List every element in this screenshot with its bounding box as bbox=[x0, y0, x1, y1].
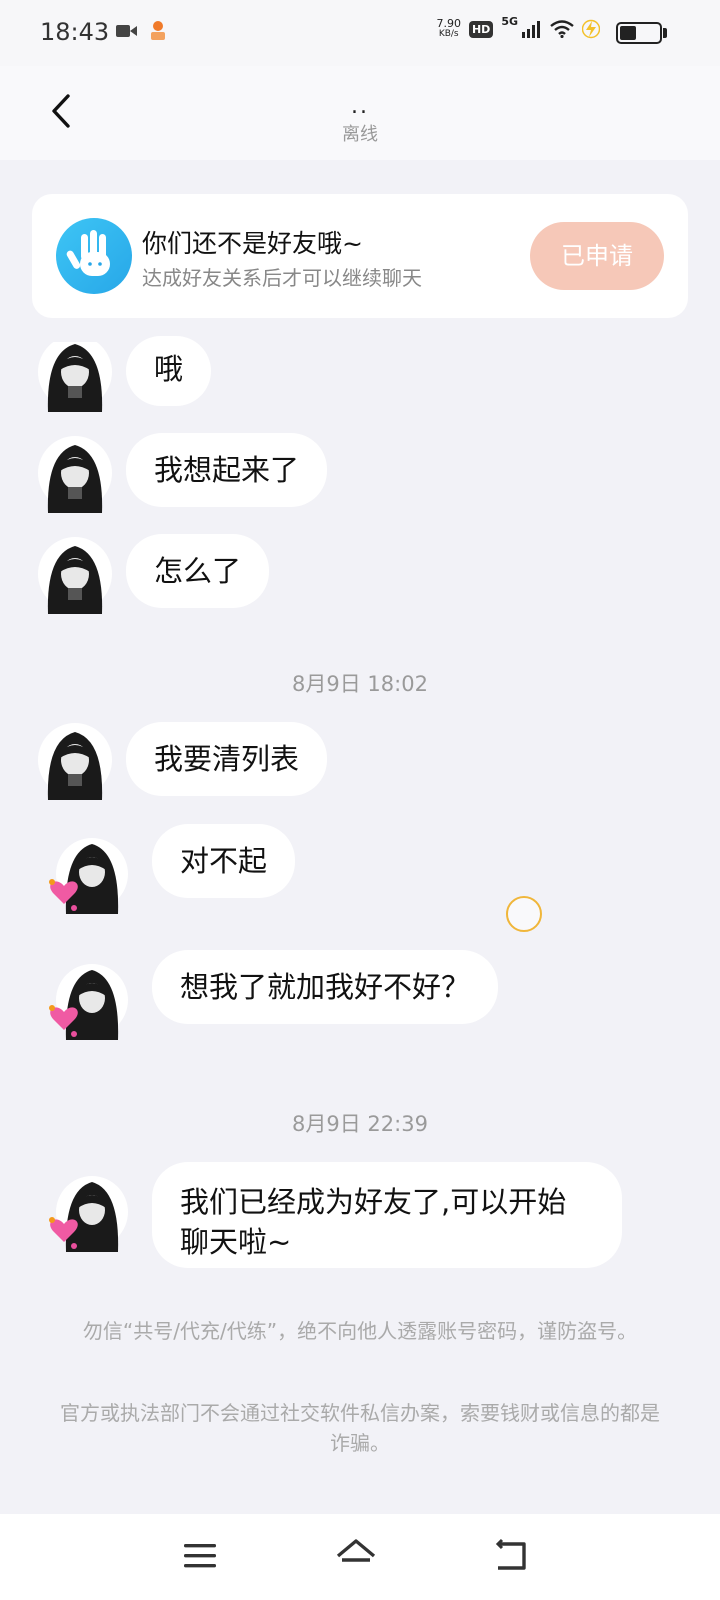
safety-notice: 官方或执法部门不会通过社交软件私信办案，索要钱财或信息的都是诈骗。 bbox=[60, 1401, 660, 1455]
return-icon bbox=[495, 1538, 526, 1570]
friend-request-banner: 你们还不是好友哦~ 达成好友关系后才可以继续聊天 已申请 bbox=[32, 194, 688, 318]
avatar[interactable] bbox=[38, 342, 112, 412]
status-bar: 18:43 7.90 KB/s HD 5G bbox=[0, 0, 720, 66]
wave-hand-icon bbox=[56, 218, 132, 294]
avatar[interactable] bbox=[38, 433, 112, 513]
status-right-icons: 7.90 KB/s HD 5G bbox=[436, 14, 600, 40]
message-bubble[interactable]: 哦 bbox=[126, 336, 212, 406]
message-bubble[interactable]: 我想起来了 bbox=[126, 433, 328, 507]
menu-button[interactable] bbox=[178, 1536, 222, 1576]
avatar[interactable] bbox=[44, 1172, 128, 1252]
message-bubble[interactable]: 怎么了 bbox=[126, 534, 270, 608]
charging-icon bbox=[582, 19, 600, 39]
hd-badge: HD bbox=[468, 20, 494, 38]
message-bubble[interactable]: 想我了就加我好不好？ bbox=[152, 950, 499, 1024]
status-left-icons bbox=[116, 20, 168, 42]
banner-subtitle: 达成好友关系后才可以继续聊天 bbox=[142, 266, 422, 290]
timestamp: 8月9日 22:39 bbox=[292, 1112, 428, 1136]
avatar[interactable] bbox=[44, 960, 128, 1040]
avatar[interactable] bbox=[44, 834, 128, 914]
status-time: 18:43 bbox=[40, 18, 110, 46]
signal-icon bbox=[522, 21, 540, 38]
battery-icon bbox=[616, 22, 662, 44]
loading-indicator bbox=[506, 896, 542, 932]
message-bubble[interactable]: 我们已经成为好友了,可以开始聊天啦~ bbox=[152, 1162, 622, 1268]
timestamp: 8月9日 18:02 bbox=[292, 672, 428, 696]
banner-title: 你们还不是好友哦~ bbox=[142, 229, 363, 258]
home-icon bbox=[336, 1539, 376, 1562]
applied-button[interactable]: 已申请 bbox=[530, 222, 664, 290]
back-nav-button[interactable] bbox=[490, 1536, 534, 1576]
net-speed: 7.90 KB/s bbox=[436, 17, 461, 39]
avatar[interactable] bbox=[38, 534, 112, 614]
safety-notice: 勿信“共号/代充/代练”，绝不向他人透露账号密码，谨防盗号。 bbox=[82, 1319, 638, 1343]
contact-name: .. bbox=[351, 94, 369, 119]
home-button[interactable] bbox=[334, 1536, 378, 1576]
contact-status: 离线 bbox=[342, 124, 378, 145]
app-notification-icon bbox=[151, 21, 165, 40]
chat-header: .. 离线 bbox=[0, 66, 720, 160]
message-bubble[interactable]: 我要清列表 bbox=[126, 722, 328, 796]
video-camera-icon bbox=[116, 25, 137, 37]
system-nav-bar bbox=[0, 1514, 720, 1600]
wifi-icon bbox=[550, 20, 574, 38]
message-bubble[interactable]: 对不起 bbox=[152, 824, 296, 898]
menu-icon bbox=[184, 1544, 216, 1568]
network-type: 5G bbox=[501, 14, 518, 28]
avatar[interactable] bbox=[38, 720, 112, 800]
